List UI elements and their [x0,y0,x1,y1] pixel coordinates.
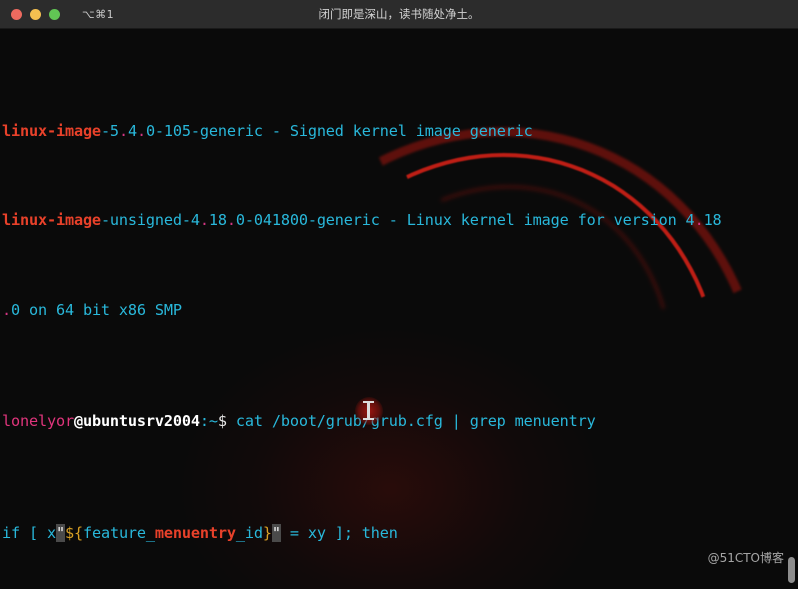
window-title: 闭门即是深山，读书随处净土。 [318,7,480,21]
text-segment: . [118,122,128,141]
text-segment: = xy ]; [280,523,353,542]
grub-if-line: if [ x"${feature_menuentry_id}" = xy ]; … [2,522,798,544]
title-bar: ⌥⌘1 闭门即是深山，读书随处净土。 [0,0,798,29]
text-segment: 4 [127,122,137,141]
text-segment: -5 [100,122,119,141]
text-segment: _id [235,523,263,542]
prompt-host: ubuntusrv2004 [82,412,200,431]
prompt-user: lonelyor [2,412,74,431]
text-segment: . [694,211,704,230]
text-segment: . [199,211,209,230]
text-segment: . [2,300,11,319]
text-segment: 18 [703,211,722,230]
text-segment: if [ x [2,523,56,542]
prompt-command: cat /boot/grub/grub.cfg | grep menuentry [226,412,596,431]
prompt-colon: : [199,412,209,431]
grep-keyword: menuentry [154,523,236,542]
text-segment: then [352,523,398,542]
text-segment: . [136,122,146,141]
close-traffic-light-icon[interactable] [11,8,22,20]
grep-match: " [55,523,65,542]
prompt-sigil: $ [217,412,227,431]
text-segment: ${ [64,523,83,542]
maximize-traffic-light-icon[interactable] [49,8,60,20]
grep-match: " [271,523,281,542]
prompt-at: @ [73,412,83,431]
tab-shortcut-label[interactable]: ⌥⌘1 [82,8,114,21]
minimize-traffic-light-icon[interactable] [30,8,41,20]
window-controls [11,8,60,20]
terminal-screen: linux-image-5.4.0-105-generic - Signed k… [0,29,798,589]
terminal-window: ⌥⌘1 闭门即是深山，读书随处净土。 linux-image-5.4.0-105… [0,0,798,589]
text-segment: -unsigned-4 [100,211,200,230]
text-segment: 18 [208,211,227,230]
scrollbar[interactable] [787,28,796,589]
output-line: linux-image-5.4.0-105-generic - Signed k… [2,120,798,142]
text-segment: feature_ [82,523,155,542]
text-segment: 0 on 64 bit x86 SMP [11,300,182,319]
text-segment: 0-041800-generic - Linux kernel image fo… [235,211,695,230]
text-segment: . [226,211,236,230]
terminal-body[interactable]: linux-image-5.4.0-105-generic - Signed k… [0,29,798,589]
text-segment: 0-105-generic - Signed kernel image gene… [145,122,533,141]
text-segment: } [262,523,272,542]
package-name: linux-image [2,122,101,141]
output-line: linux-image-unsigned-4.18.0-041800-gener… [2,209,798,231]
scrollbar-thumb[interactable] [788,557,795,583]
package-name: linux-image [2,211,101,230]
shell-prompt-line: lonelyor@ubuntusrv2004:~$ cat /boot/grub… [2,410,798,432]
output-line-wrap: .0 on 64 bit x86 SMP [2,299,798,321]
prompt-path: ~ [208,412,218,431]
